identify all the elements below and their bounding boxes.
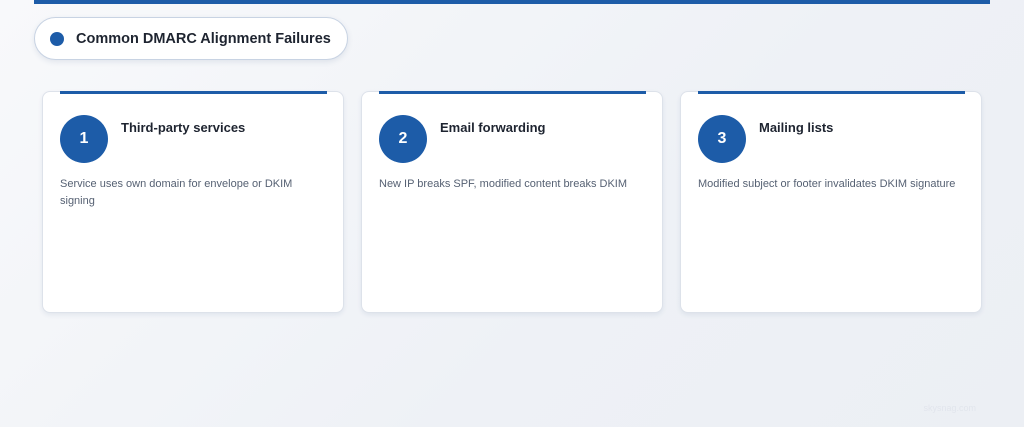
step-number-badge: 3 — [698, 115, 746, 163]
failure-card-third-party: 1 Third-party services Service uses own … — [42, 91, 344, 313]
card-title: Third-party services — [121, 120, 246, 135]
failure-card-mailing-lists: 3 Mailing lists Modified subject or foot… — [680, 91, 982, 313]
card-title: Email forwarding — [440, 120, 546, 135]
section-header: Common DMARC Alignment Failures — [34, 17, 348, 60]
card-description: New IP breaks SPF, modified content brea… — [379, 178, 628, 190]
card-accent-bar — [379, 91, 646, 94]
top-accent-bar — [34, 0, 990, 4]
step-number-badge: 1 — [60, 115, 108, 163]
card-description: Modified subject or footer invalidates D… — [698, 178, 956, 190]
failure-card-forwarding: 2 Email forwarding New IP breaks SPF, mo… — [361, 91, 663, 313]
card-title: Mailing lists — [759, 120, 834, 135]
card-accent-bar — [60, 91, 327, 94]
bullet-dot-icon — [50, 31, 64, 46]
card-description: Service uses own domain for envelope or … — [60, 178, 293, 207]
card-accent-bar — [698, 91, 965, 94]
watermark: skysnag.com — [923, 403, 976, 413]
section-title: Common DMARC Alignment Failures — [76, 30, 331, 47]
step-number-badge: 2 — [379, 115, 427, 163]
